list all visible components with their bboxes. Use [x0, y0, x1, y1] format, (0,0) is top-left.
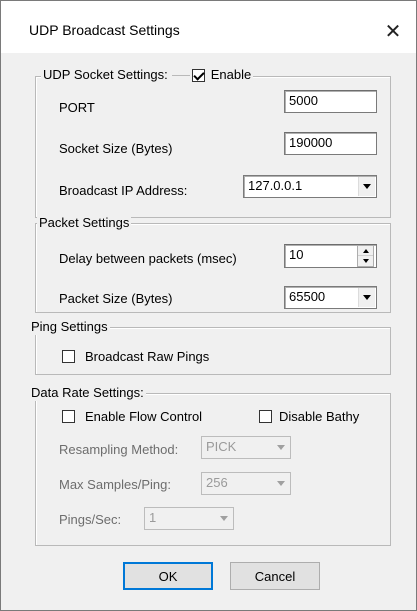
- broadcast-ip-value: 127.0.0.1: [248, 178, 303, 193]
- chevron-down-icon: [215, 509, 232, 528]
- spin-down-icon[interactable]: [358, 256, 373, 266]
- disable-bathy-label: Disable Bathy: [279, 409, 360, 424]
- enable-flow-control-checkbox[interactable]: [62, 410, 75, 423]
- broadcast-raw-pings-checkbox[interactable]: [62, 350, 75, 363]
- udp-broadcast-dialog: UDP Broadcast Settings ✕ UDP Socket Sett…: [0, 0, 417, 611]
- packet-size-value: 65500: [289, 289, 326, 304]
- close-icon[interactable]: ✕: [370, 15, 416, 47]
- socket-size-label: Socket Size (Bytes): [59, 141, 173, 156]
- cancel-button[interactable]: Cancel: [230, 562, 320, 590]
- packet-size-select[interactable]: 65500: [284, 286, 377, 309]
- pings-per-sec-select: 1: [144, 507, 234, 530]
- ping-legend: Ping Settings: [29, 319, 110, 335]
- port-input[interactable]: 5000: [284, 90, 377, 113]
- resampling-method-select: PICK: [201, 436, 291, 459]
- chevron-down-icon: [272, 474, 289, 493]
- packet-size-label: Packet Size (Bytes): [59, 291, 173, 306]
- dialog-title: UDP Broadcast Settings: [29, 22, 180, 38]
- port-label: PORT: [59, 100, 95, 115]
- enable-flow-control-label: Enable Flow Control: [85, 409, 203, 424]
- resampling-method-value: PICK: [206, 439, 237, 454]
- max-samples-value: 256: [206, 475, 228, 490]
- max-samples-label: Max Samples/Ping:: [59, 477, 171, 492]
- broadcast-ip-label: Broadcast IP Address:: [59, 183, 188, 198]
- packet-legend: Packet Settings: [37, 215, 132, 231]
- enable-checkbox[interactable]: [191, 68, 205, 82]
- pings-per-sec-value: 1: [149, 510, 157, 525]
- spin-up-icon[interactable]: [358, 246, 373, 256]
- udp-socket-legend: UDP Socket Settings: Enable: [41, 67, 254, 83]
- delay-spinner[interactable]: [357, 245, 374, 267]
- disable-bathy-checkbox[interactable]: [259, 410, 272, 423]
- chevron-down-icon[interactable]: [358, 288, 375, 307]
- chevron-down-icon[interactable]: [358, 177, 375, 196]
- socket-size-input[interactable]: 190000: [284, 132, 377, 155]
- broadcast-ip-select[interactable]: 127.0.0.1: [243, 175, 377, 198]
- data-rate-legend: Data Rate Settings:: [29, 385, 146, 401]
- resampling-method-label: Resampling Method:: [59, 442, 179, 457]
- title-bar: UDP Broadcast Settings ✕: [1, 1, 416, 53]
- broadcast-raw-pings-label: Broadcast Raw Pings: [85, 349, 210, 364]
- chevron-down-icon: [272, 438, 289, 457]
- udp-socket-legend-label: UDP Socket Settings:: [43, 67, 168, 82]
- delay-label: Delay between packets (msec): [59, 251, 237, 266]
- enable-label: Enable: [210, 67, 252, 82]
- pings-per-sec-label: Pings/Sec:: [59, 512, 122, 527]
- ok-button[interactable]: OK: [123, 562, 213, 590]
- max-samples-select: 256: [201, 472, 291, 495]
